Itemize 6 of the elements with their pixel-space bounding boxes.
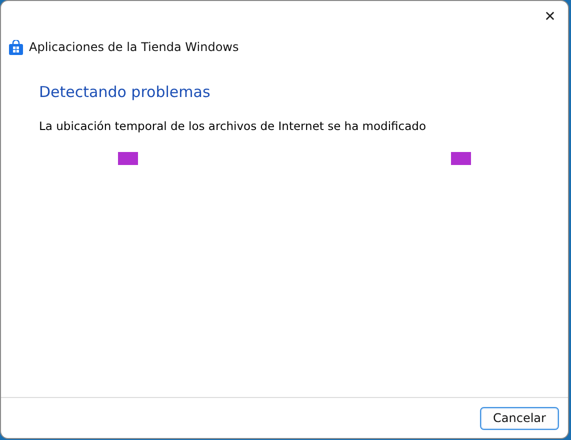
close-button[interactable]: ✕ xyxy=(532,1,568,33)
shopping-bag-icon xyxy=(9,40,23,54)
heading: Detectando problemas xyxy=(39,83,212,101)
cancel-button[interactable]: Cancelar xyxy=(480,406,559,430)
status-message: La ubicación temporal de los archivos de Internet se ha modificado xyxy=(39,119,427,133)
window-title: Aplicaciones de la Tienda Windows xyxy=(29,40,239,54)
